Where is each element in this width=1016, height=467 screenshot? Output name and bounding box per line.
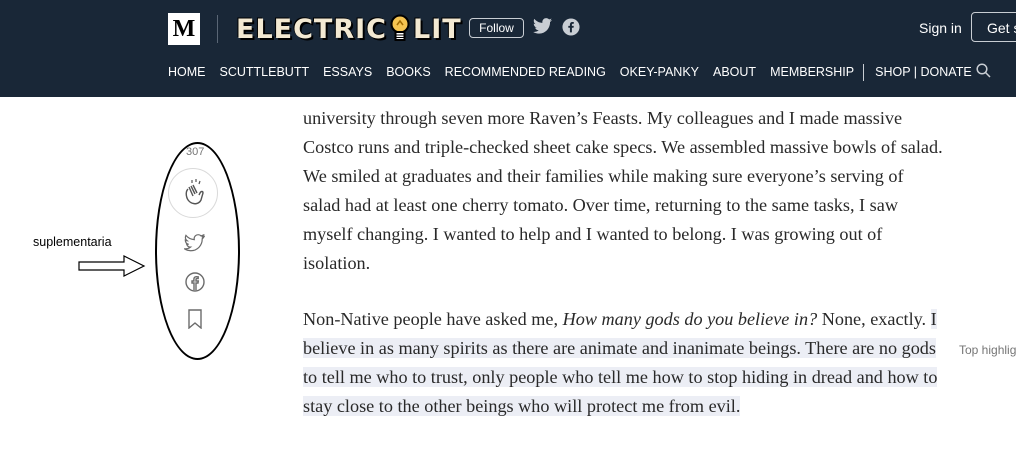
nav-item-recommended-reading[interactable]: RECOMMENDED READING [445,65,606,79]
paragraph-text: university through seven more Raven’s Fe… [303,108,943,273]
logo-divider [217,15,218,43]
search-icon[interactable] [976,63,991,78]
nav-item-membership[interactable]: MEMBERSHIP [770,65,854,79]
medium-logo[interactable]: M [168,13,200,45]
twitter-icon[interactable] [533,18,552,34]
nav-item-about[interactable]: ABOUT [713,65,756,79]
annotation-label: suplementaria [33,235,112,249]
italic-question: How many gods do you believe in? [562,309,818,329]
brand-text-left: ELECTRIC [236,13,387,45]
facebook-icon[interactable] [562,18,580,36]
nav-item-scuttlebutt[interactable]: SCUTTLEBUTT [220,65,310,79]
publication-logo[interactable]: ELECTRIC LIT [236,13,462,45]
annotation-ellipse [155,142,240,360]
follow-button[interactable]: Follow [469,18,524,38]
top-highlight-label: Top highlig [959,343,1016,357]
article-paragraph: Non-Native people have asked me, How man… [303,305,943,421]
nav-bar: HOME SCUTTLEBUTT ESSAYS BOOKS RECOMMENDE… [168,63,986,81]
sign-in-link[interactable]: Sign in [919,20,962,36]
site-header: M ELECTRIC LIT Follow Sign in Get s HOME… [0,0,1016,97]
nav-item-shop-donate[interactable]: SHOP | DONATE [875,65,972,79]
annotation-arrow-icon [78,255,146,277]
nav-item-books[interactable]: BOOKS [386,65,430,79]
paragraph-start: Non-Native people have asked me, [303,309,563,329]
nav-item-home[interactable]: HOME [168,65,206,79]
nav-divider [863,63,865,81]
nav-item-essays[interactable]: ESSAYS [323,65,372,79]
get-started-button[interactable]: Get s [971,12,1016,42]
article-paragraph: university through seven more Raven’s Fe… [303,104,943,278]
paragraph-text: Non-Native people have asked me, How man… [303,305,943,421]
brand-text-right: LIT [412,13,462,45]
nav-item-okey-panky[interactable]: OKEY-PANKY [620,65,699,79]
lightbulb-icon [389,14,411,44]
cut-off-text-line [303,96,713,100]
paragraph-mid: None, exactly. [817,309,931,329]
